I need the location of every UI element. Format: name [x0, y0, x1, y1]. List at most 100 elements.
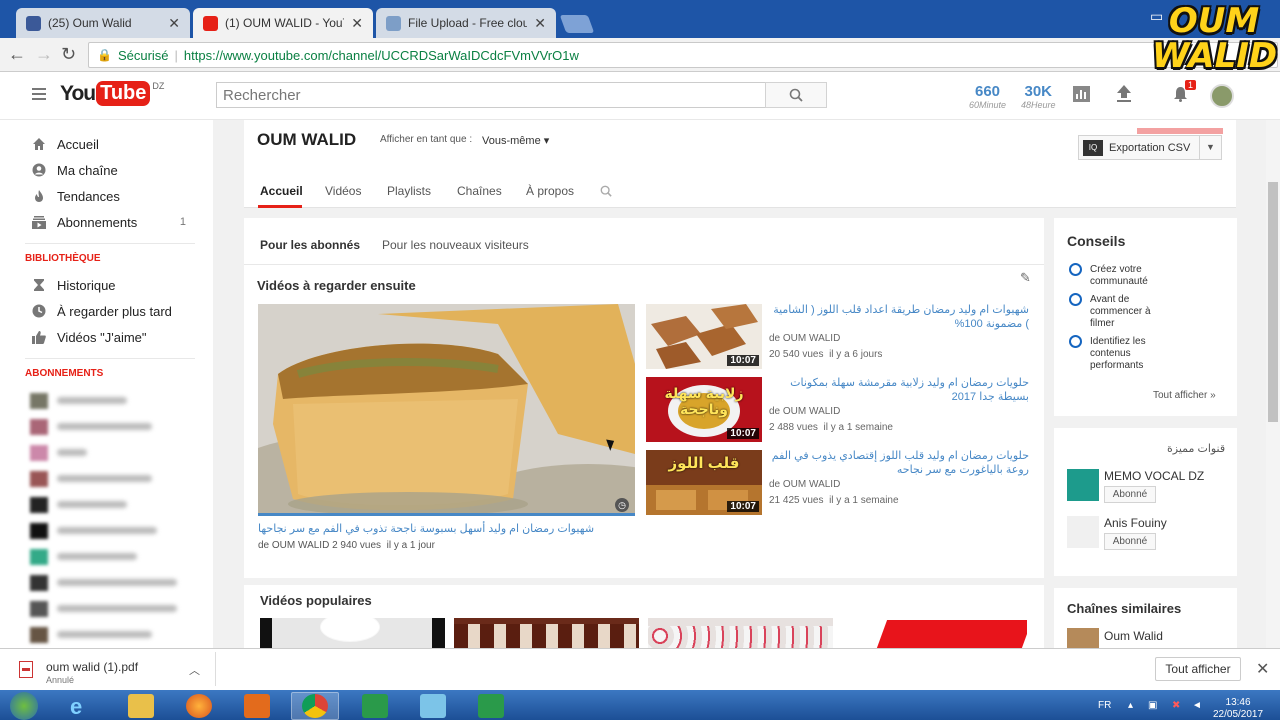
media-player-icon[interactable] [244, 694, 270, 718]
tab-videos[interactable]: Vidéos [325, 184, 361, 198]
popular-video-thumbnail[interactable] [842, 618, 1027, 648]
menu-icon[interactable] [32, 88, 46, 100]
side-video-thumbnail[interactable]: 10:07 [646, 304, 762, 369]
tip-identify-content[interactable]: Identifiez les contenus performants [1090, 336, 1170, 372]
system-clock[interactable]: 13:46 22/05/2017 [1213, 697, 1263, 720]
scrollbar-thumb[interactable] [1268, 182, 1278, 422]
subtab-subscribers[interactable]: Pour les abonnés [260, 238, 360, 252]
internet-explorer-icon[interactable]: e [70, 694, 96, 719]
featured-channel-name[interactable]: Anis Fouiny [1104, 516, 1167, 530]
tray-arrow-icon[interactable]: ▴ [1128, 700, 1133, 711]
subscription-item[interactable] [0, 417, 213, 437]
tip-radio-icon[interactable] [1069, 335, 1082, 348]
browser-tab-file-upload[interactable]: File Upload - Free cloud ✕ [376, 8, 556, 38]
file-explorer-icon[interactable] [128, 694, 154, 718]
side-video-title[interactable]: حلويات رمضان ام وليد قلب اللوز إقتصادي ي… [769, 449, 1029, 477]
popular-video-thumbnail[interactable] [454, 618, 639, 648]
sidebar-item-tendances[interactable]: Tendances [0, 183, 213, 209]
popular-video-thumbnail[interactable] [648, 618, 833, 648]
tab-playlists[interactable]: Playlists [387, 184, 431, 198]
firefox-icon[interactable] [186, 694, 212, 718]
view-as-dropdown[interactable]: Vous-même ▾ [482, 134, 549, 147]
sidebar-item-ma-chaine[interactable]: Ma chaîne [0, 157, 213, 183]
subscription-item[interactable] [0, 495, 213, 515]
sidebar-item-historique[interactable]: Historique [0, 272, 213, 298]
side-video-thumbnail[interactable]: قلب اللوز 10:07 [646, 450, 762, 515]
side-video-title[interactable]: شهيوات ام وليد رمضان طريقة اعداد قلب الل… [769, 303, 1029, 331]
similar-channel-name[interactable]: Oum Walid [1104, 629, 1163, 643]
notepad-icon[interactable] [420, 694, 446, 718]
tip-before-filming[interactable]: Avant de commencer à filmer [1090, 294, 1170, 330]
close-icon[interactable]: ✕ [1256, 659, 1269, 679]
chevron-up-icon[interactable]: ︿ [189, 662, 200, 678]
browser-tab-youtube[interactable]: (1) OUM WALID - YouTube ✕ [193, 8, 373, 38]
sidebar-item-liked-videos[interactable]: Vidéos "J'aime" [0, 324, 213, 350]
address-bar[interactable]: 🔒 Sécurisé | https://www.youtube.com/cha… [88, 42, 1278, 68]
channel-search-icon[interactable] [600, 185, 612, 197]
popular-video-thumbnail[interactable] [260, 618, 445, 648]
export-csv-button[interactable]: IQ Exportation CSV ▼ [1078, 135, 1222, 160]
subscription-item[interactable] [0, 573, 213, 593]
tab-chaines[interactable]: Chaînes [457, 184, 502, 198]
back-arrow-icon[interactable]: ← [8, 44, 26, 65]
browser-tab-facebook[interactable]: (25) Oum Walid ✕ [16, 8, 190, 38]
chevron-down-icon[interactable]: ▼ [1199, 136, 1221, 159]
close-tab-icon[interactable]: ✕ [168, 15, 180, 32]
close-tab-icon[interactable]: ✕ [534, 15, 546, 32]
tab-accueil[interactable]: Accueil [260, 184, 303, 198]
close-tab-icon[interactable]: ✕ [351, 15, 363, 32]
side-video-thumbnail[interactable]: زلابية سهلة وناجحة 10:07 [646, 377, 762, 442]
video-channel[interactable]: de OUM WALID [769, 333, 840, 344]
subscription-item[interactable] [0, 443, 213, 463]
subscribed-button[interactable]: Abonné [1104, 533, 1156, 550]
network-icon[interactable]: ▣ [1148, 700, 1157, 711]
sidebar-divider [25, 358, 195, 359]
volume-muted-icon[interactable]: ✖ [1172, 700, 1180, 711]
show-all-downloads-button[interactable]: Tout afficher [1155, 657, 1241, 681]
edit-pencil-icon[interactable]: ✎ [1020, 270, 1031, 286]
youtube-logo[interactable]: You Tube DZ [60, 81, 164, 106]
tab-a-propos[interactable]: À propos [526, 184, 574, 198]
camtasia-icon[interactable] [362, 694, 388, 718]
forward-arrow-icon[interactable]: → [35, 44, 53, 65]
speaker-icon[interactable]: ◄ [1192, 700, 1202, 711]
featured-video-thumbnail[interactable] [258, 304, 635, 516]
upload-icon[interactable] [1116, 85, 1132, 102]
watch-later-icon[interactable]: ◷ [615, 498, 629, 512]
channel-thumbnail[interactable] [1067, 516, 1099, 548]
search-button[interactable] [765, 82, 827, 108]
sidebar-item-abonnements[interactable]: Abonnements 1 [0, 209, 213, 235]
tip-create-community[interactable]: Créez votre communauté [1090, 264, 1170, 288]
reload-icon[interactable]: ↻ [61, 44, 76, 65]
language-indicator[interactable]: FR [1098, 700, 1111, 711]
video-channel[interactable]: de OUM WALID [769, 406, 840, 417]
account-avatar[interactable] [1210, 84, 1234, 108]
subscription-item[interactable] [0, 547, 213, 567]
chrome-icon[interactable] [302, 694, 328, 718]
sidebar-item-accueil[interactable]: Accueil [0, 131, 213, 157]
subscription-item[interactable] [0, 599, 213, 619]
tip-radio-icon[interactable] [1069, 263, 1082, 276]
camtasia-recorder-icon[interactable] [478, 694, 504, 718]
search-input[interactable]: Rechercher [216, 82, 766, 108]
side-video-title[interactable]: حلويات رمضان ام وليد زلابية مقرمشة سهلة … [769, 376, 1029, 404]
featured-channel-name[interactable]: MEMO VOCAL DZ [1104, 469, 1204, 483]
analytics-icon[interactable] [1073, 86, 1090, 102]
subscription-item[interactable] [0, 521, 213, 541]
tip-radio-icon[interactable] [1069, 293, 1082, 306]
subscription-item[interactable] [0, 469, 213, 489]
start-button-icon[interactable] [10, 692, 38, 720]
video-channel[interactable]: de OUM WALID [258, 540, 329, 551]
subscribed-button[interactable]: Abonné [1104, 486, 1156, 503]
see-all-tips-link[interactable]: Tout afficher » [1153, 390, 1216, 401]
page-scrollbar[interactable] [1266, 120, 1280, 648]
subscription-item[interactable] [0, 625, 213, 645]
featured-video-title[interactable]: شهيوات رمضان ام وليد أسهل بسبوسة ناجحة ت… [258, 522, 635, 535]
download-file-name[interactable]: oum walid (1).pdf [46, 660, 138, 674]
channel-thumbnail[interactable] [1067, 469, 1099, 501]
subtab-new-visitors[interactable]: Pour les nouveaux visiteurs [382, 238, 529, 252]
sidebar-item-watch-later[interactable]: À regarder plus tard [0, 298, 213, 324]
channel-thumbnail[interactable] [1067, 628, 1099, 648]
subscription-item[interactable] [0, 391, 213, 411]
video-channel[interactable]: de OUM WALID [769, 479, 840, 490]
